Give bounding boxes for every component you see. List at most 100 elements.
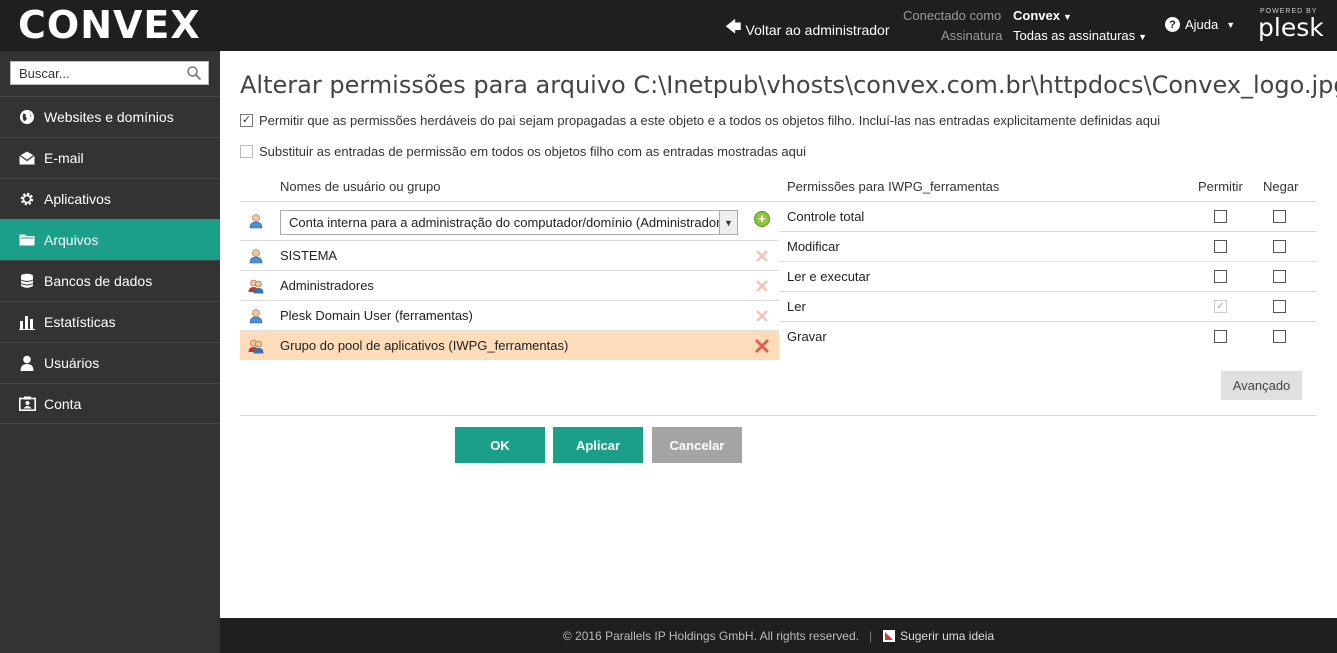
- bar-chart-icon: [18, 313, 36, 331]
- sidebar-item-label: Usuários: [44, 355, 100, 371]
- chevron-down-icon[interactable]: ▼: [719, 211, 737, 234]
- user-row[interactable]: Administradores: [240, 270, 779, 300]
- sidebar-item-account[interactable]: Conta: [0, 383, 220, 424]
- sidebar: Websites e domínios E-mail Aplicativos A…: [0, 51, 220, 653]
- subscription-label: Assinatura: [941, 28, 1003, 43]
- form-divider: [240, 415, 1317, 416]
- delete-icon[interactable]: [753, 277, 771, 295]
- allow-column-header: Permitir: [1198, 179, 1243, 194]
- user-icon: [249, 308, 263, 323]
- deny-checkbox[interactable]: [1273, 210, 1286, 223]
- sidebar-item-statistics[interactable]: Estatísticas: [0, 301, 220, 342]
- delete-icon[interactable]: [753, 247, 771, 265]
- replace-checkbox[interactable]: [240, 145, 253, 158]
- search-input[interactable]: [11, 65, 181, 81]
- permission-name: Modificar: [787, 239, 840, 254]
- allow-checkbox[interactable]: [1214, 270, 1227, 283]
- top-header: CONVEX 🡄 Voltar ao administrador Conecta…: [0, 0, 1337, 51]
- group-icon: [248, 279, 264, 293]
- delete-icon[interactable]: [753, 307, 771, 325]
- permission-name: Ler: [787, 299, 806, 314]
- sidebar-item-label: Bancos de dados: [44, 273, 153, 289]
- user-name: Plesk Domain User (ferramentas): [280, 308, 473, 323]
- user-row-selected[interactable]: Grupo do pool de aplicativos (IWPG_ferra…: [240, 330, 779, 360]
- help-menu[interactable]: ? Ajuda ▼: [1165, 17, 1235, 32]
- sidebar-item-label: Websites e domínios: [44, 109, 174, 125]
- sidebar-nav: Websites e domínios E-mail Aplicativos A…: [0, 96, 220, 424]
- permission-row: Gravar: [779, 321, 1317, 351]
- connected-user-value: Convex: [1013, 8, 1060, 23]
- sidebar-item-label: Aplicativos: [44, 191, 111, 207]
- subscription-dropdown[interactable]: Todas as assinaturas ▼: [1013, 28, 1147, 43]
- account-card-icon: [18, 395, 36, 413]
- option-replace[interactable]: Substituir as entradas de permissão em t…: [240, 144, 806, 159]
- users-list: Conta interna para a administração do co…: [240, 201, 779, 360]
- permissions-header: Permissões para IWPG_ferramentas Permiti…: [787, 179, 1317, 194]
- back-to-admin-link[interactable]: 🡄 Voltar ao administrador: [725, 16, 890, 43]
- apply-button[interactable]: Aplicar: [553, 427, 643, 463]
- footer: © 2016 Parallels IP Holdings GmbH. All r…: [220, 618, 1337, 653]
- suggest-idea-link[interactable]: Sugerir uma ideia: [882, 629, 994, 643]
- arrow-left-icon: 🡄: [725, 19, 742, 36]
- deny-checkbox[interactable]: [1273, 240, 1286, 253]
- subscription-value: Todas as assinaturas: [1013, 28, 1136, 43]
- lightbulb-flag-icon: [883, 629, 896, 642]
- ok-button[interactable]: OK: [455, 427, 545, 463]
- allow-checkbox-disabled: ✓: [1214, 300, 1227, 313]
- folder-icon: [18, 231, 36, 249]
- user-icon: [249, 214, 263, 229]
- inherit-checkbox[interactable]: ✓: [240, 114, 253, 127]
- group-icon: [248, 339, 264, 353]
- user-name: SISTEMA: [280, 248, 338, 263]
- deny-checkbox[interactable]: [1273, 300, 1286, 313]
- user-row[interactable]: SISTEMA: [240, 240, 779, 270]
- globe-icon: [18, 108, 36, 126]
- sidebar-item-files[interactable]: Arquivos: [0, 219, 220, 260]
- deny-column-header: Negar: [1263, 179, 1299, 194]
- sidebar-item-users[interactable]: Usuários: [0, 342, 220, 383]
- sidebar-item-label: Arquivos: [44, 232, 99, 248]
- chevron-down-icon: ▼: [1138, 32, 1148, 42]
- suggest-label: Sugerir uma ideia: [900, 628, 995, 643]
- deny-checkbox[interactable]: [1273, 330, 1286, 343]
- user-select-dropdown[interactable]: Conta interna para a administração do co…: [280, 210, 738, 235]
- allow-checkbox[interactable]: [1214, 210, 1227, 223]
- sidebar-item-apps[interactable]: Aplicativos: [0, 178, 220, 219]
- permissions-title: Permissões para IWPG_ferramentas: [787, 179, 1000, 194]
- connected-as-label: Conectado como: [903, 8, 1002, 23]
- delete-icon[interactable]: [753, 337, 771, 355]
- deny-checkbox[interactable]: [1273, 270, 1286, 283]
- add-user-button[interactable]: +: [754, 211, 770, 227]
- chevron-down-icon: ▼: [1062, 12, 1072, 22]
- allow-checkbox[interactable]: [1214, 330, 1227, 343]
- permissions-table: Controle total Modificar Ler e executar …: [779, 201, 1317, 351]
- users-column-header: Nomes de usuário ou grupo: [280, 179, 441, 194]
- allow-checkbox[interactable]: [1214, 240, 1227, 253]
- search-box: [10, 61, 209, 85]
- permission-row: Ler ✓: [779, 291, 1317, 321]
- permission-row: Ler e executar: [779, 261, 1317, 291]
- sidebar-item-email[interactable]: E-mail: [0, 137, 220, 178]
- help-label: Ajuda: [1185, 17, 1219, 32]
- permission-name: Gravar: [787, 329, 827, 344]
- cancel-button[interactable]: Cancelar: [652, 427, 742, 463]
- option-inherit[interactable]: ✓ Permitir que as permissões herdáveis d…: [240, 113, 1160, 128]
- search-icon[interactable]: [186, 65, 202, 81]
- copyright-text: © 2016 Parallels IP Holdings GmbH. All r…: [562, 628, 859, 643]
- advanced-button[interactable]: Avançado: [1221, 371, 1302, 400]
- user-row[interactable]: Plesk Domain User (ferramentas): [240, 300, 779, 330]
- brand-logo[interactable]: CONVEX: [18, 5, 201, 45]
- user-icon: [18, 354, 36, 372]
- permission-name: Ler e executar: [787, 269, 871, 284]
- page-title: Alterar permissões para arquivo C:\Inetp…: [240, 71, 1337, 99]
- user-select-row: Conta interna para a administração do co…: [240, 201, 779, 240]
- envelope-icon: [18, 149, 36, 167]
- gear-icon: [18, 190, 36, 208]
- footer-separator: |: [868, 628, 873, 643]
- connected-user-dropdown[interactable]: Convex ▼: [1013, 8, 1072, 23]
- sidebar-item-websites[interactable]: Websites e domínios: [0, 96, 220, 137]
- help-icon: ?: [1165, 17, 1180, 32]
- plus-icon: +: [758, 211, 766, 226]
- sidebar-item-databases[interactable]: Bancos de dados: [0, 260, 220, 301]
- plesk-logo: plesk: [1258, 13, 1324, 42]
